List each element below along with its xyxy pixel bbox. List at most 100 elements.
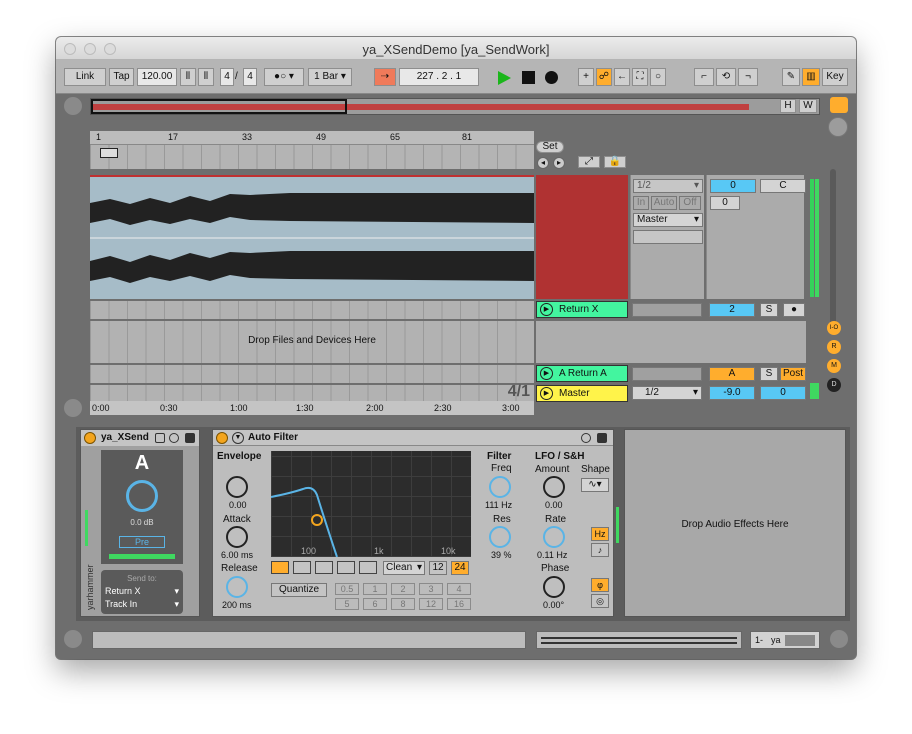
quantize-step[interactable]: 3 xyxy=(419,583,443,595)
rate-knob[interactable] xyxy=(543,526,565,548)
play-icon[interactable] xyxy=(498,71,511,85)
track-activator-icon[interactable]: ▶ xyxy=(540,367,553,380)
res-knob[interactable] xyxy=(489,526,511,548)
link-button[interactable]: Link xyxy=(64,68,106,86)
back-to-arrangement-icon[interactable]: ← xyxy=(614,68,630,86)
master-pan[interactable]: 0 xyxy=(760,386,806,400)
info-toggle-icon[interactable] xyxy=(64,630,82,648)
pre-button[interactable]: Pre xyxy=(119,536,165,548)
capture-icon[interactable]: ⛶ xyxy=(632,68,648,86)
amount-knob[interactable] xyxy=(543,476,565,498)
return-x-solo[interactable]: S xyxy=(760,303,778,317)
arrangement-position[interactable]: 227 . 2 . 1 xyxy=(399,68,479,86)
nudge-down-icon[interactable]: ⦀ xyxy=(180,68,196,86)
return-x-header[interactable]: ▶ Return X xyxy=(536,301,628,318)
device-on-icon[interactable] xyxy=(216,432,228,444)
signature-denominator[interactable]: 4 xyxy=(243,68,257,86)
lock-icon[interactable]: 🔒 xyxy=(604,156,626,168)
nudge-up-icon[interactable]: ⦀ xyxy=(198,68,214,86)
overdub-icon[interactable]: + xyxy=(578,68,594,86)
time-ruler[interactable]: 0:00 0:30 1:00 1:30 2:00 2:30 3:00 xyxy=(90,401,534,415)
expand-icon[interactable]: ⤢ xyxy=(578,156,600,168)
cpu-scrub-area[interactable] xyxy=(536,631,742,649)
detail-toggle-icon[interactable] xyxy=(830,630,848,648)
send-target-select[interactable]: Return X ▾ xyxy=(105,586,181,596)
device-save-icon[interactable] xyxy=(597,433,607,443)
device-fold-icon[interactable]: ▼ xyxy=(232,432,244,444)
overview-toggle-icon[interactable] xyxy=(64,399,82,417)
draw-mode-icon[interactable]: ✎ xyxy=(782,68,800,86)
track-activator-icon[interactable]: ▶ xyxy=(540,387,553,400)
follow-icon[interactable]: ⇢ xyxy=(374,68,396,86)
audio-clip[interactable] xyxy=(90,175,534,299)
phase-knob[interactable] xyxy=(543,576,565,598)
loop-locator-lane[interactable] xyxy=(90,145,534,169)
session-clip-slot[interactable] xyxy=(536,175,628,299)
beat-ruler[interactable]: 1 17 33 49 65 81 xyxy=(90,131,534,145)
device-on-icon[interactable] xyxy=(84,432,96,444)
next-locator-icon[interactable]: ▸ xyxy=(553,157,565,169)
stop-icon[interactable] xyxy=(522,71,535,84)
effects-drop-area[interactable]: Drop Audio Effects Here xyxy=(624,429,846,617)
hide-browser-icon[interactable] xyxy=(64,97,82,115)
phase-mode-icon[interactable]: φ xyxy=(591,578,609,592)
quantize-step[interactable]: 16 xyxy=(447,598,471,610)
quantize-step[interactable]: 0.5 xyxy=(335,583,359,595)
filter-display[interactable]: 100 1k 10k xyxy=(271,451,471,557)
return-x-io[interactable] xyxy=(632,303,702,317)
signature-numerator[interactable]: 4 xyxy=(220,68,234,86)
quantize-step[interactable]: 6 xyxy=(363,598,387,610)
return-a-header[interactable]: ▶ A Return A xyxy=(536,365,628,382)
device-settings-icon[interactable] xyxy=(155,433,165,443)
mixer-section-button[interactable]: M xyxy=(827,359,841,373)
optimize-width-button[interactable]: W xyxy=(799,99,817,113)
return-a-post[interactable]: Post xyxy=(780,367,806,381)
device-save-icon[interactable] xyxy=(185,433,195,443)
tap-button[interactable]: Tap xyxy=(109,68,134,86)
return-x-lane[interactable] xyxy=(90,301,534,319)
quantize-button[interactable]: Quantize xyxy=(271,583,327,597)
slope-24-button[interactable]: 24 xyxy=(451,561,469,575)
device-edit-icon[interactable] xyxy=(169,433,179,443)
master-output-select[interactable]: 1/2 ▾ xyxy=(632,386,702,400)
return-x-arm-icon[interactable]: ● xyxy=(783,303,805,317)
track-volume[interactable]: 0 xyxy=(710,179,756,193)
lowpass-button[interactable] xyxy=(271,561,289,574)
track-target-select[interactable]: Track In ▾ xyxy=(105,599,181,609)
delay-section-button[interactable]: D xyxy=(827,378,841,392)
menu-icon[interactable] xyxy=(830,97,848,113)
circuit-select[interactable]: Clean ▾ xyxy=(383,561,425,575)
mixer-toggle-icon[interactable] xyxy=(828,117,848,137)
drop-area[interactable]: Drop Files and Devices Here xyxy=(90,321,534,363)
envelope-knob[interactable] xyxy=(226,476,248,498)
return-a-lane[interactable] xyxy=(90,365,534,383)
quantization-menu[interactable]: 1 Bar ▾ xyxy=(308,68,352,86)
device-edit-icon[interactable] xyxy=(581,433,591,443)
monitor-in-button[interactable]: In xyxy=(633,196,649,210)
prev-locator-icon[interactable]: ◂ xyxy=(537,157,549,169)
envelope-marker-icon[interactable] xyxy=(100,148,118,158)
highpass-button[interactable] xyxy=(293,561,311,574)
track-send-value[interactable]: 0 xyxy=(710,196,740,210)
quantize-step[interactable]: 1 xyxy=(363,583,387,595)
session-drop-area[interactable] xyxy=(536,321,806,363)
automation-arm-icon[interactable]: ☍ xyxy=(596,68,612,86)
slope-12-button[interactable]: 12 xyxy=(429,561,447,575)
gain-knob[interactable] xyxy=(126,480,158,512)
rate-hz-button[interactable]: Hz xyxy=(591,527,609,541)
notch-button[interactable] xyxy=(337,561,355,574)
monitor-auto-button[interactable]: Auto xyxy=(651,196,677,210)
master-volume[interactable]: -9.0 xyxy=(709,386,755,400)
returns-toggle-button[interactable]: R xyxy=(827,340,841,354)
morph-button[interactable] xyxy=(359,561,377,574)
release-knob[interactable] xyxy=(226,576,248,598)
shape-select[interactable]: ∿▾ xyxy=(581,478,609,492)
input-channel-select[interactable]: 1/2 ▾ xyxy=(633,179,703,193)
session-record-icon[interactable]: ○ xyxy=(650,68,666,86)
monitor-off-button[interactable]: Off xyxy=(679,196,701,210)
return-x-number[interactable]: 2 xyxy=(709,303,755,317)
punch-in-icon[interactable]: ⌐ xyxy=(694,68,714,86)
record-icon[interactable] xyxy=(545,71,558,84)
freq-knob[interactable] xyxy=(489,476,511,498)
return-a-io[interactable] xyxy=(632,367,702,381)
